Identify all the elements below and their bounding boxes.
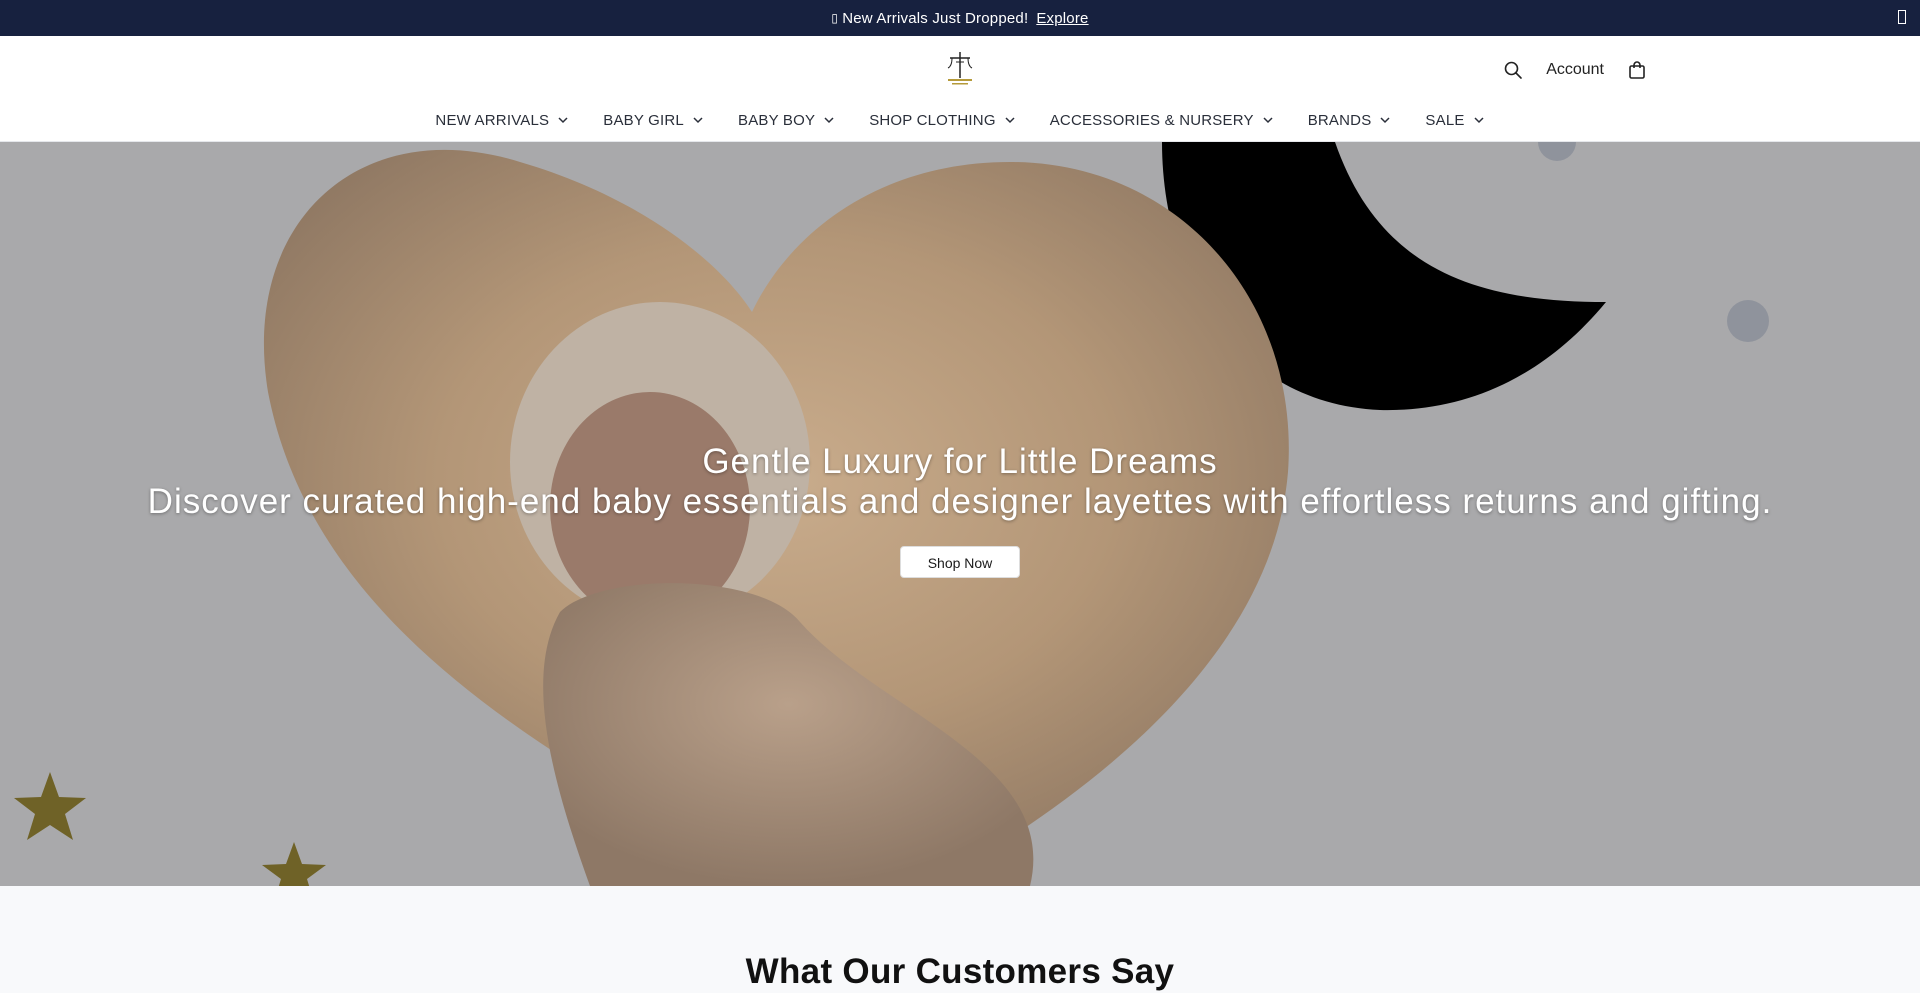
account-link[interactable]: Account [1546,61,1604,79]
announcement-explore-link[interactable]: Explore [1036,10,1088,27]
nav-item-label: SALE [1425,111,1465,129]
nav-item-label: BABY GIRL [603,111,684,129]
chevron-down-icon [1263,117,1273,124]
nav-item-brands[interactable]: BRANDS [1308,112,1392,129]
testimonials-heading: What Our Customers Say [745,952,1175,991]
hero-subtitle: Discover curated high-end baby essential… [147,482,1773,521]
nav-item-accessories-nursery[interactable]: ACCESSORIES & NURSERY [1050,112,1274,129]
nav-item-baby-girl[interactable]: BABY GIRL [603,112,704,129]
nav-item-label: SHOP CLOTHING [869,111,996,129]
header-actions: Account [1502,56,1648,84]
nav-item-label: NEW ARRIVALS [435,111,550,129]
chevron-down-icon [1005,117,1015,124]
chevron-down-icon [558,117,568,124]
announcement-icon: ▯ [831,11,839,25]
hero-banner: Gentle Luxury for Little Dreams Discover… [0,142,1920,886]
nav-item-new-arrivals[interactable]: NEW ARRIVALS [435,112,569,129]
announcement-message: New Arrivals Just Dropped! [842,9,1029,27]
chevron-down-icon [1380,117,1390,124]
search-icon[interactable] [1502,59,1524,81]
shop-now-button[interactable]: Shop Now [900,546,1020,578]
chevron-down-icon [693,117,703,124]
main-navigation: NEW ARRIVALS BABY GIRL BABY BOY SHOP CLO… [0,108,1920,132]
shopping-bag-icon[interactable] [1626,59,1648,81]
boutique-logo-icon[interactable] [940,48,980,88]
close-announcement-icon[interactable] [1898,10,1906,24]
nav-item-baby-boy[interactable]: BABY BOY [738,112,835,129]
nav-item-shop-clothing[interactable]: SHOP CLOTHING [869,112,1016,129]
hero-text-block: Gentle Luxury for Little Dreams Discover… [0,442,1920,578]
nav-item-label: BRANDS [1307,111,1372,129]
hero-title: Gentle Luxury for Little Dreams [702,442,1218,481]
chevron-down-icon [824,117,834,124]
announcement-bar: ▯ New Arrivals Just Dropped! Explore [0,0,1920,36]
nav-item-sale[interactable]: SALE [1425,112,1484,129]
nav-item-label: ACCESSORIES & NURSERY [1049,111,1254,129]
nav-item-label: BABY BOY [737,111,816,129]
site-header: Account NEW ARRIVALS BABY GIRL BABY BOY … [0,36,1920,142]
chevron-down-icon [1474,117,1484,124]
